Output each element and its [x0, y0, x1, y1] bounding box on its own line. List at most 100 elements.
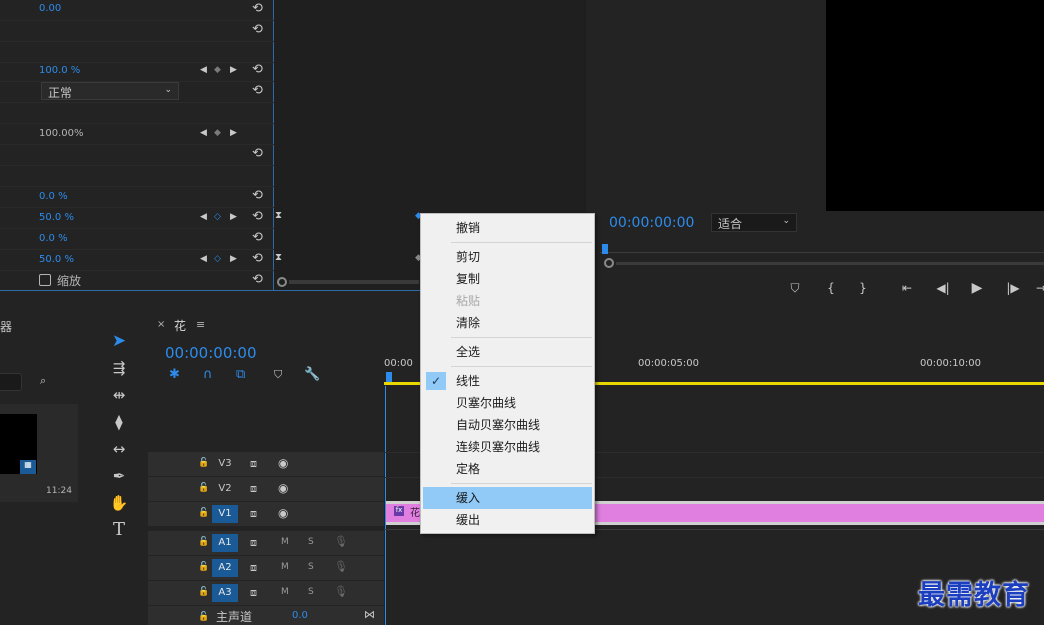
mute-button[interactable]: M	[281, 562, 289, 572]
mute-button[interactable]: M	[281, 587, 289, 597]
fit-select[interactable]: 适合 ⌄	[711, 213, 797, 232]
mark-in-icon[interactable]: {	[821, 278, 841, 298]
reset-icon[interactable]: ⟲	[252, 231, 266, 245]
solo-button[interactable]: S	[308, 587, 314, 597]
add-marker-icon[interactable]: ⛉	[274, 368, 282, 382]
type-tool-icon[interactable]: T	[104, 518, 134, 542]
selection-tool-icon[interactable]: ➤	[104, 329, 134, 353]
reset-icon[interactable]: ⟲	[252, 23, 266, 37]
lock-icon[interactable]: 🔓	[198, 562, 209, 572]
media-thumbnail[interactable]: ▦ 11:24	[0, 404, 78, 502]
property-value[interactable]: 50.0 %	[39, 212, 74, 223]
menu-item-cut[interactable]: 剪切	[423, 246, 592, 268]
prev-keyframe-icon[interactable]: ◀	[200, 254, 207, 264]
menu-icon[interactable]: ≡	[196, 318, 205, 331]
lock-icon[interactable]: 🔓	[198, 483, 209, 493]
lock-icon[interactable]: 🔓	[198, 537, 209, 547]
pen-tool-icon[interactable]: ✒	[104, 464, 134, 488]
marker-icon[interactable]: ⛉	[785, 278, 805, 298]
property-value[interactable]: 0.00	[39, 3, 61, 14]
mark-out-icon[interactable]: }	[853, 278, 873, 298]
keyframe-icon[interactable]: ◇	[214, 212, 221, 222]
ripple-edit-tool-icon[interactable]: ⇹	[104, 383, 134, 407]
lock-icon[interactable]: 🔓	[198, 612, 209, 622]
blend-mode-select[interactable]: 正常 ⌄	[41, 82, 179, 100]
property-value[interactable]: 100.00%	[39, 128, 84, 139]
go-to-in-icon[interactable]: ⇤	[897, 278, 917, 298]
zoom-handle[interactable]	[604, 258, 614, 268]
scale-checkbox[interactable]	[39, 274, 51, 286]
prev-keyframe-icon[interactable]: ◀	[200, 212, 207, 222]
property-value[interactable]: 0.0 %	[39, 191, 68, 202]
toggle-sync-icon[interactable]: ⧈	[250, 507, 257, 521]
mute-button[interactable]: M	[281, 537, 289, 547]
playhead-icon[interactable]	[602, 244, 608, 254]
menu-item-bezier[interactable]: 贝塞尔曲线	[423, 392, 592, 414]
linked-selection-icon[interactable]: ⧉	[236, 367, 245, 382]
property-value[interactable]: 0.0 %	[39, 233, 68, 244]
snap-icon[interactable]: ∩	[203, 367, 213, 382]
toggle-sync-icon[interactable]: ⧈	[250, 561, 257, 575]
menu-item-ease-in[interactable]: 缓入	[423, 487, 592, 509]
add-keyframe-icon[interactable]: ◆	[214, 128, 221, 138]
slip-tool-icon[interactable]: ↔	[104, 437, 134, 461]
go-to-out-icon[interactable]: →	[1031, 278, 1044, 298]
search-icon[interactable]: ⌕	[40, 374, 46, 388]
menu-item-paste[interactable]: 粘贴	[423, 290, 592, 312]
program-timecode[interactable]: 00:00:00:00	[609, 215, 694, 231]
keyframe-icon[interactable]: ◇	[214, 254, 221, 264]
next-keyframe-icon[interactable]: ▶	[230, 128, 237, 138]
reset-icon[interactable]: ⟲	[252, 147, 266, 161]
track-target-v3[interactable]: V3	[212, 455, 238, 473]
menu-item-continuous-bezier[interactable]: 连续贝塞尔曲线	[423, 436, 592, 458]
next-keyframe-icon[interactable]: ▶	[230, 65, 237, 75]
solo-button[interactable]: S	[308, 562, 314, 572]
track-target-v2[interactable]: V2	[212, 480, 238, 498]
reset-icon[interactable]: ⟲	[252, 63, 266, 77]
nest-icon[interactable]: ✱	[169, 367, 180, 382]
menu-item-copy[interactable]: 复制	[423, 268, 592, 290]
program-ruler[interactable]	[600, 244, 1044, 268]
add-keyframe-icon[interactable]: ◆	[214, 65, 221, 75]
reset-icon[interactable]: ⟲	[252, 273, 266, 287]
track-select-tool-icon[interactable]: ⇶	[104, 356, 134, 380]
toggle-sync-icon[interactable]: ⧈	[250, 457, 257, 471]
toggle-sync-icon[interactable]: ⧈	[250, 536, 257, 550]
search-input[interactable]	[0, 373, 22, 391]
mic-icon[interactable]: 🎙	[334, 535, 348, 548]
track-target-a1[interactable]: A1	[212, 534, 238, 552]
menu-item-select-all[interactable]: 全选	[423, 341, 592, 363]
menu-item-clear[interactable]: 清除	[423, 312, 592, 334]
close-tab-icon[interactable]: ×	[157, 319, 165, 330]
next-keyframe-icon[interactable]: ▶	[230, 254, 237, 264]
razor-tool-icon[interactable]: ⧫	[104, 410, 134, 434]
sequence-tab[interactable]: 花	[174, 317, 186, 334]
go-to-end-icon[interactable]: ⋈	[364, 608, 375, 621]
zoom-bar[interactable]	[616, 262, 1044, 265]
mic-icon[interactable]: 🎙	[334, 585, 348, 598]
toggle-sync-icon[interactable]: ⧈	[250, 586, 257, 600]
eye-icon[interactable]: ◉	[278, 506, 288, 520]
scroll-track[interactable]	[289, 280, 419, 284]
toggle-sync-icon[interactable]: ⧈	[250, 482, 257, 496]
playhead-icon[interactable]	[386, 372, 392, 382]
opacity-value[interactable]: 100.0 %	[39, 65, 80, 76]
panel-tab-icon[interactable]: 器	[0, 318, 12, 335]
step-back-icon[interactable]: ◀|	[933, 278, 953, 298]
reset-icon[interactable]: ⟲	[252, 210, 266, 224]
menu-item-linear[interactable]: ✓ 线性	[423, 370, 592, 392]
eye-icon[interactable]: ◉	[278, 456, 288, 470]
track-target-a2[interactable]: A2	[212, 559, 238, 577]
reset-icon[interactable]: ⟲	[252, 84, 266, 98]
wrench-icon[interactable]: 🔧	[304, 367, 320, 382]
lock-icon[interactable]: 🔓	[198, 458, 209, 468]
solo-button[interactable]: S	[308, 537, 314, 547]
reset-icon[interactable]: ⟲	[252, 2, 266, 16]
track-target-a3[interactable]: A3	[212, 584, 238, 602]
prev-keyframe-icon[interactable]: ◀	[200, 65, 207, 75]
play-icon[interactable]: ▶	[967, 278, 987, 298]
scroll-handle[interactable]	[277, 277, 287, 287]
reset-icon[interactable]: ⟲	[252, 252, 266, 266]
next-keyframe-icon[interactable]: ▶	[230, 212, 237, 222]
menu-item-hold[interactable]: 定格	[423, 458, 592, 480]
